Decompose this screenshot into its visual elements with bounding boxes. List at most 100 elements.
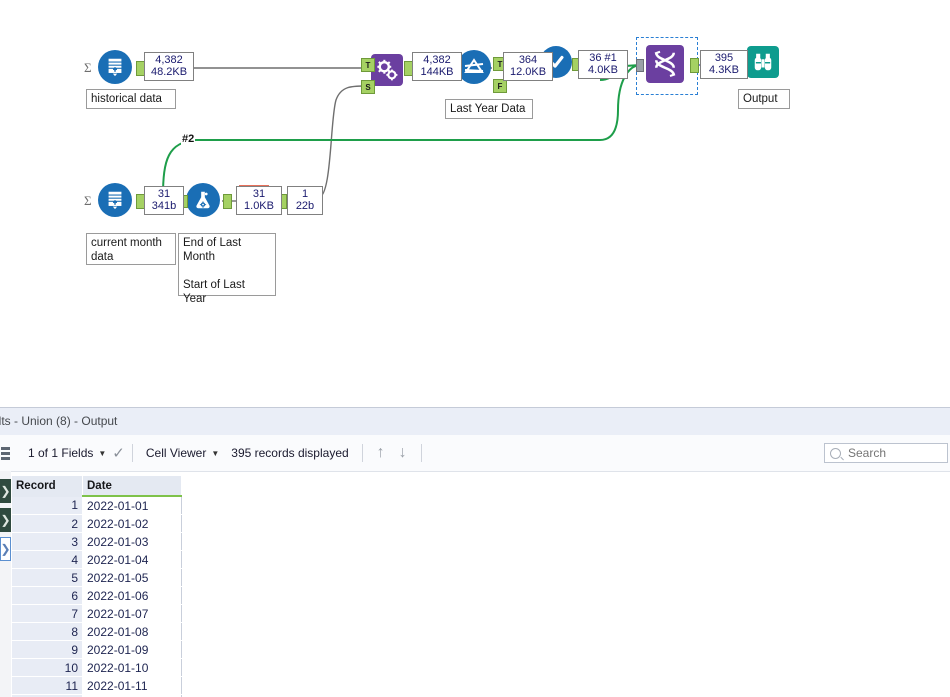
input-data-icon-historical[interactable] [98, 50, 132, 84]
formula-flask-icon[interactable] [186, 183, 220, 217]
formula-flask-glyph [196, 191, 210, 209]
data-label-historical-output[interactable]: 4,382 48.2KB [144, 52, 194, 81]
cell-date[interactable]: 2022-01-11 [82, 676, 182, 695]
port-join-s[interactable]: S [361, 80, 375, 94]
summarize-sigma-icon-2: Σ [84, 193, 92, 208]
fields-selector[interactable]: 1 of 1 Fields ▼ [22, 446, 112, 460]
workflow-canvas[interactable]: Σ 4,382 48.2KB historical data T S 4,382… [0, 0, 950, 403]
cell-record[interactable]: 5 [12, 568, 83, 587]
cell-date[interactable]: 2022-01-07 [82, 604, 182, 623]
caption-formula-notes[interactable]: End of Last Month Start of Last Year [178, 233, 276, 305]
results-titlebar[interactable]: sults - Union (8) - Output [0, 407, 950, 436]
table-row[interactable]: 10 2022-01-10 [12, 658, 182, 677]
cell-date[interactable]: 2022-01-04 [82, 550, 182, 569]
caption-historical-data[interactable]: historical data [86, 89, 176, 109]
cell-record[interactable]: 2 [12, 514, 83, 533]
port-filter-f[interactable]: F [493, 79, 507, 93]
table-row[interactable]: 7 2022-01-07 [12, 604, 182, 623]
cell-viewer-label: Cell Viewer [145, 446, 207, 460]
table-row[interactable]: 5 2022-01-05 [12, 568, 182, 587]
binoculars-icon[interactable] [747, 46, 781, 80]
cell-date[interactable]: 2022-01-01 [82, 496, 182, 515]
alteryx-designer-window: Σ 4,382 48.2KB historical data T S 4,382… [0, 0, 950, 697]
data-label-filter-true-output[interactable]: 364 12.0KB [503, 52, 553, 81]
fields-label: 1 of 1 Fields [28, 446, 94, 460]
table-row[interactable]: 6 2022-01-06 [12, 586, 182, 605]
rail-expand-button-3[interactable]: ❯ [0, 537, 11, 561]
cell-record[interactable]: 9 [12, 640, 83, 659]
search-box[interactable] [824, 443, 950, 463]
cell-date[interactable]: 2022-01-08 [82, 622, 182, 641]
caption-last-year-data[interactable]: Last Year Data [445, 99, 533, 119]
cell-date[interactable]: 2022-01-03 [82, 532, 182, 551]
join-gears-icon[interactable] [371, 54, 405, 88]
join-gears-glyph [377, 59, 398, 81]
data-label-summarize-output[interactable]: 1 22b [287, 186, 323, 215]
port-join-t[interactable]: T [361, 58, 375, 72]
data-label-union-output[interactable]: 395 4.3KB [700, 50, 748, 79]
toolbar-divider-3 [420, 444, 422, 462]
table-row[interactable]: 11 2022-01-11 [12, 676, 182, 695]
table-row[interactable]: 1 2022-01-01 [12, 496, 182, 515]
chevron-down-icon[interactable]: ▼ [98, 449, 106, 458]
cell-record[interactable]: 8 [12, 622, 83, 641]
cell-record[interactable]: 10 [12, 658, 83, 677]
data-label-select-output[interactable]: 36 #1 4.0KB [578, 50, 628, 79]
data-label-current-month-output[interactable]: 31 341b [144, 186, 184, 215]
binoculars-glyph [754, 53, 772, 71]
rail-expand-button-2[interactable]: ❯ [0, 508, 11, 532]
cell-record[interactable]: 7 [12, 604, 83, 623]
input-data-icon-current-month[interactable] [98, 183, 132, 217]
input-data-glyph-2 [108, 191, 122, 210]
table-row[interactable]: 9 2022-01-09 [12, 640, 182, 659]
arrow-down-icon[interactable]: ↓ [392, 444, 414, 462]
results-pane: sults - Union (8) - Output 1 of 1 Fields… [0, 403, 950, 697]
summarize-sigma-icon: Σ [84, 60, 92, 75]
chevron-down-icon-2[interactable]: ▼ [211, 449, 219, 458]
filter-funnel-icon[interactable] [457, 50, 491, 84]
cell-date[interactable]: 2022-01-09 [82, 640, 182, 659]
search-input[interactable] [846, 445, 950, 461]
selection-marquee-union [636, 37, 698, 95]
data-label-join-output[interactable]: 4,382 144KB [412, 52, 462, 81]
cell-record[interactable]: 4 [12, 550, 83, 569]
table-header-row: Record Date [12, 476, 182, 497]
results-toolbar: 1 of 1 Fields ▼ ✓ Cell Viewer ▼ 395 reco… [0, 435, 950, 472]
caption-current-month-data[interactable]: current month data [86, 233, 176, 265]
cell-record[interactable]: 1 [12, 496, 83, 515]
cell-date[interactable]: 2022-01-10 [82, 658, 182, 677]
results-grid[interactable]: Record Date 1 2022-01-01 2 2022-01-02 3 2022-… [12, 476, 950, 697]
output-plug-formula[interactable] [223, 194, 232, 209]
table-row[interactable]: 4 2022-01-04 [12, 550, 182, 569]
checkmark-icon[interactable]: ✓ [112, 444, 125, 462]
table-row[interactable]: 3 2022-01-03 [12, 532, 182, 551]
records-displayed-label: 395 records displayed [231, 446, 349, 460]
search-icon [830, 447, 841, 459]
cell-date[interactable]: 2022-01-06 [82, 586, 182, 605]
toolbar-divider-2 [361, 444, 363, 462]
caption-output[interactable]: Output [738, 89, 790, 109]
table-row[interactable]: 2 2022-01-02 [12, 514, 182, 533]
results-title-text: sults - Union (8) - Output [0, 414, 118, 428]
column-header-date[interactable]: Date [82, 476, 182, 497]
filter-funnel-glyph [464, 58, 484, 73]
grid-view-icon[interactable] [1, 447, 10, 465]
table-body: 1 2022-01-01 2 2022-01-02 3 2022-01-03 4 2022-0… [12, 496, 182, 697]
data-table: Record Date 1 2022-01-01 2 2022-01-02 3 2022-… [12, 476, 182, 697]
column-header-record[interactable]: Record [12, 476, 83, 497]
output-plug-union[interactable] [690, 58, 699, 73]
cell-date[interactable]: 2022-01-02 [82, 514, 182, 533]
wire-label-connection-2: #2 [181, 133, 196, 145]
cell-record[interactable]: 6 [12, 586, 83, 605]
cell-record[interactable]: 11 [12, 676, 83, 695]
cell-date[interactable]: 2022-01-05 [82, 568, 182, 587]
input-plug-union[interactable] [636, 59, 644, 72]
results-left-rail: ❯ ❯ ❯ [0, 447, 11, 697]
table-row[interactable]: 8 2022-01-08 [12, 622, 182, 641]
toolbar-divider-1 [131, 444, 133, 462]
arrow-up-icon[interactable]: ↑ [370, 444, 392, 462]
cell-record[interactable]: 3 [12, 532, 83, 551]
data-label-formula-output[interactable]: 31 1.0KB [236, 186, 282, 215]
cell-viewer-selector[interactable]: Cell Viewer ▼ [140, 446, 225, 460]
rail-expand-button-1[interactable]: ❯ [0, 479, 11, 503]
